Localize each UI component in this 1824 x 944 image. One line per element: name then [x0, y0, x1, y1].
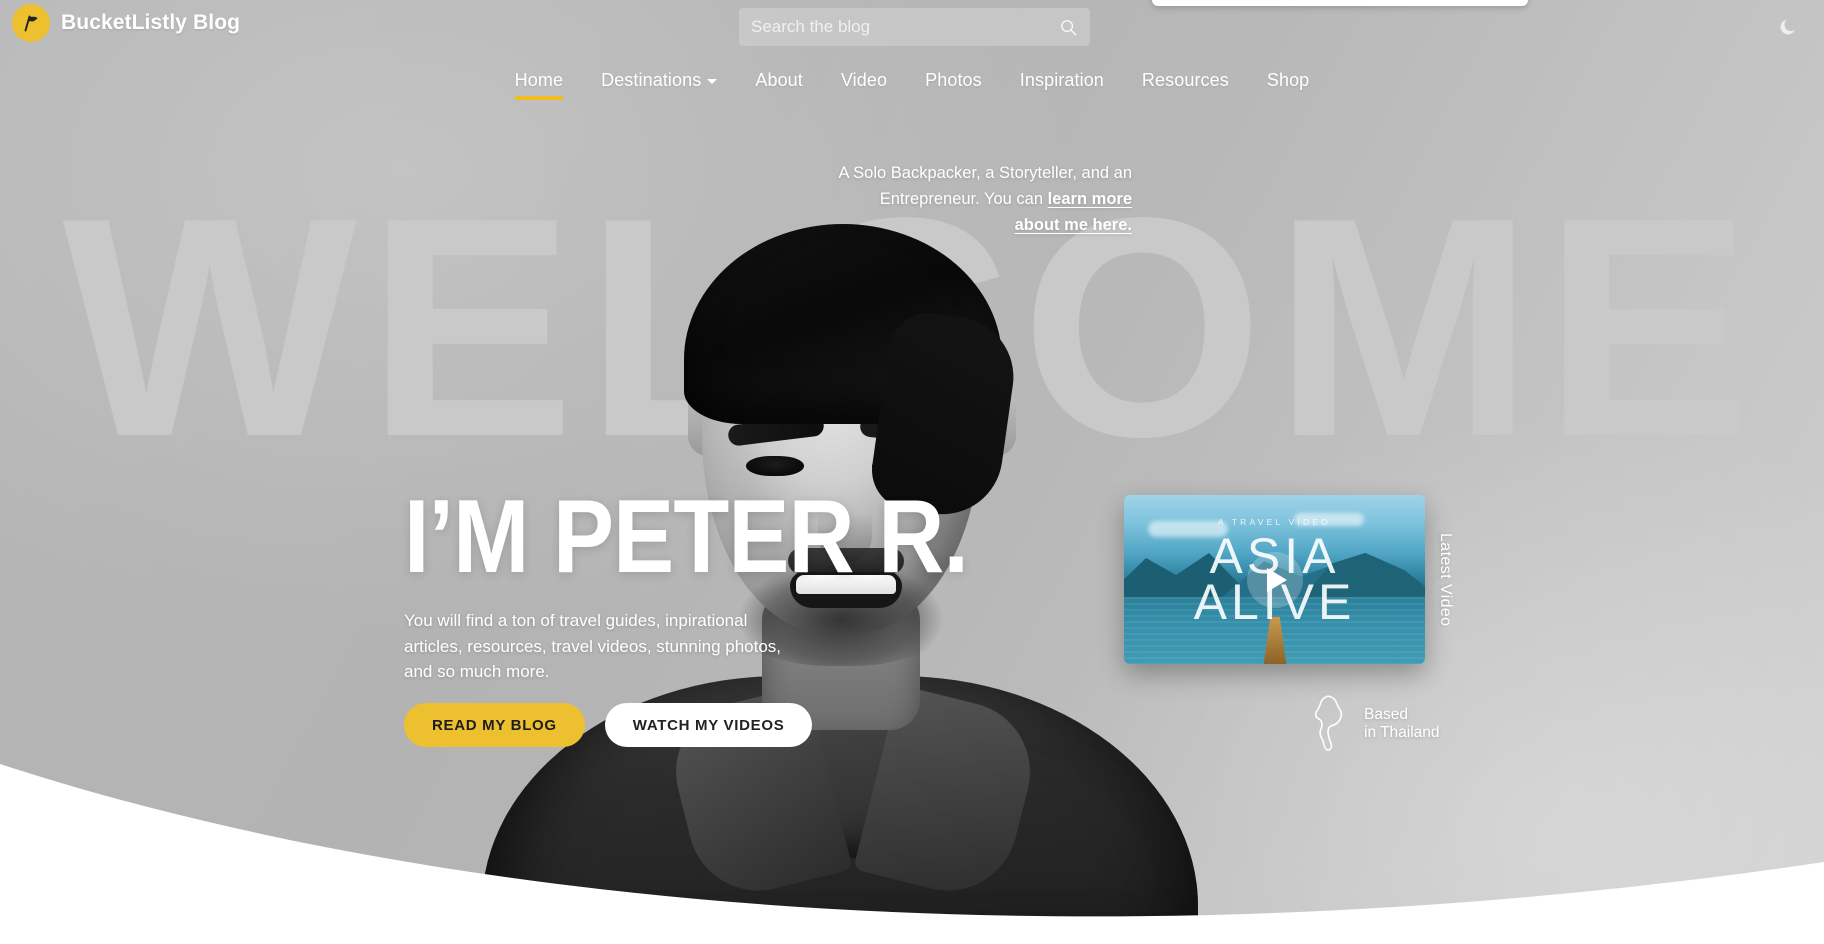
nav-item-destinations[interactable]: Destinations	[582, 62, 736, 113]
flag-icon	[12, 4, 50, 42]
nav-label-about: About	[755, 70, 803, 90]
based-in-line2: in Thailand	[1364, 724, 1440, 741]
read-my-blog-button[interactable]: READ MY BLOG	[404, 703, 585, 747]
hero-intro-blurb: A Solo Backpacker, a Storyteller, and an…	[836, 160, 1132, 238]
nav-label-photos: Photos	[925, 70, 982, 90]
nav-item-video[interactable]: Video	[822, 62, 906, 113]
latest-video-side-label: Latest Video	[1436, 495, 1454, 664]
nav-item-inspiration[interactable]: Inspiration	[1001, 62, 1123, 113]
search-input[interactable]	[751, 17, 1059, 37]
nav-item-home[interactable]: Home	[496, 62, 582, 113]
play-triangle	[1267, 567, 1287, 592]
thailand-map-icon	[1314, 695, 1343, 751]
nav-label-destinations: Destinations	[601, 70, 702, 90]
based-in-location: Based in Thailand	[1310, 694, 1440, 754]
hero-description: You will find a ton of travel guides, in…	[404, 611, 782, 681]
nav-label-inspiration: Inspiration	[1019, 70, 1104, 90]
play-icon[interactable]	[1246, 551, 1303, 608]
nav-label-video: Video	[840, 70, 888, 90]
search-icon[interactable]	[1059, 18, 1078, 37]
main-navigation: Home Destinations About Video Photos Ins…	[0, 62, 1824, 113]
chevron-down-icon	[707, 78, 718, 84]
video-kicker-text: A TRAVEL VIDEO	[1217, 517, 1332, 527]
portrait-hair	[684, 224, 1002, 424]
brand-logo-link[interactable]: BucketListly Blog	[12, 4, 240, 42]
nav-label-resources: Resources	[1141, 70, 1229, 90]
nav-item-resources[interactable]: Resources	[1123, 62, 1248, 113]
portrait-eye-left	[746, 456, 804, 476]
moon-icon	[1780, 19, 1795, 35]
watch-my-videos-button[interactable]: WATCH MY VIDEOS	[604, 703, 813, 747]
page-root: WELCOME Columbia	[0, 0, 1824, 944]
search-box[interactable]	[739, 8, 1090, 46]
nav-label-shop: Shop	[1266, 70, 1310, 90]
nav-active-underline	[514, 96, 564, 100]
hero-title: I’M PETER R.	[404, 479, 969, 595]
nav-item-about[interactable]: About	[736, 62, 822, 113]
top-panel-fragment	[1152, 0, 1528, 6]
site-header: BucketListly Blog Home Destinations A	[0, 0, 1824, 126]
based-in-line1: Based	[1364, 706, 1408, 723]
nav-item-photos[interactable]: Photos	[906, 62, 1001, 113]
nav-item-shop[interactable]: Shop	[1248, 62, 1328, 113]
latest-video-card[interactable]: A TRAVEL VIDEO ASIA ALIVE	[1124, 495, 1425, 664]
brand-name: BucketListly Blog	[61, 11, 241, 34]
dark-mode-toggle[interactable]	[1772, 10, 1806, 44]
latest-video-label-text: Latest Video	[1437, 532, 1454, 627]
hero-cta-group: READ MY BLOG WATCH MY VIDEOS	[404, 703, 813, 747]
based-in-text: Based in Thailand	[1364, 706, 1440, 742]
nav-label-home: Home	[514, 70, 564, 90]
